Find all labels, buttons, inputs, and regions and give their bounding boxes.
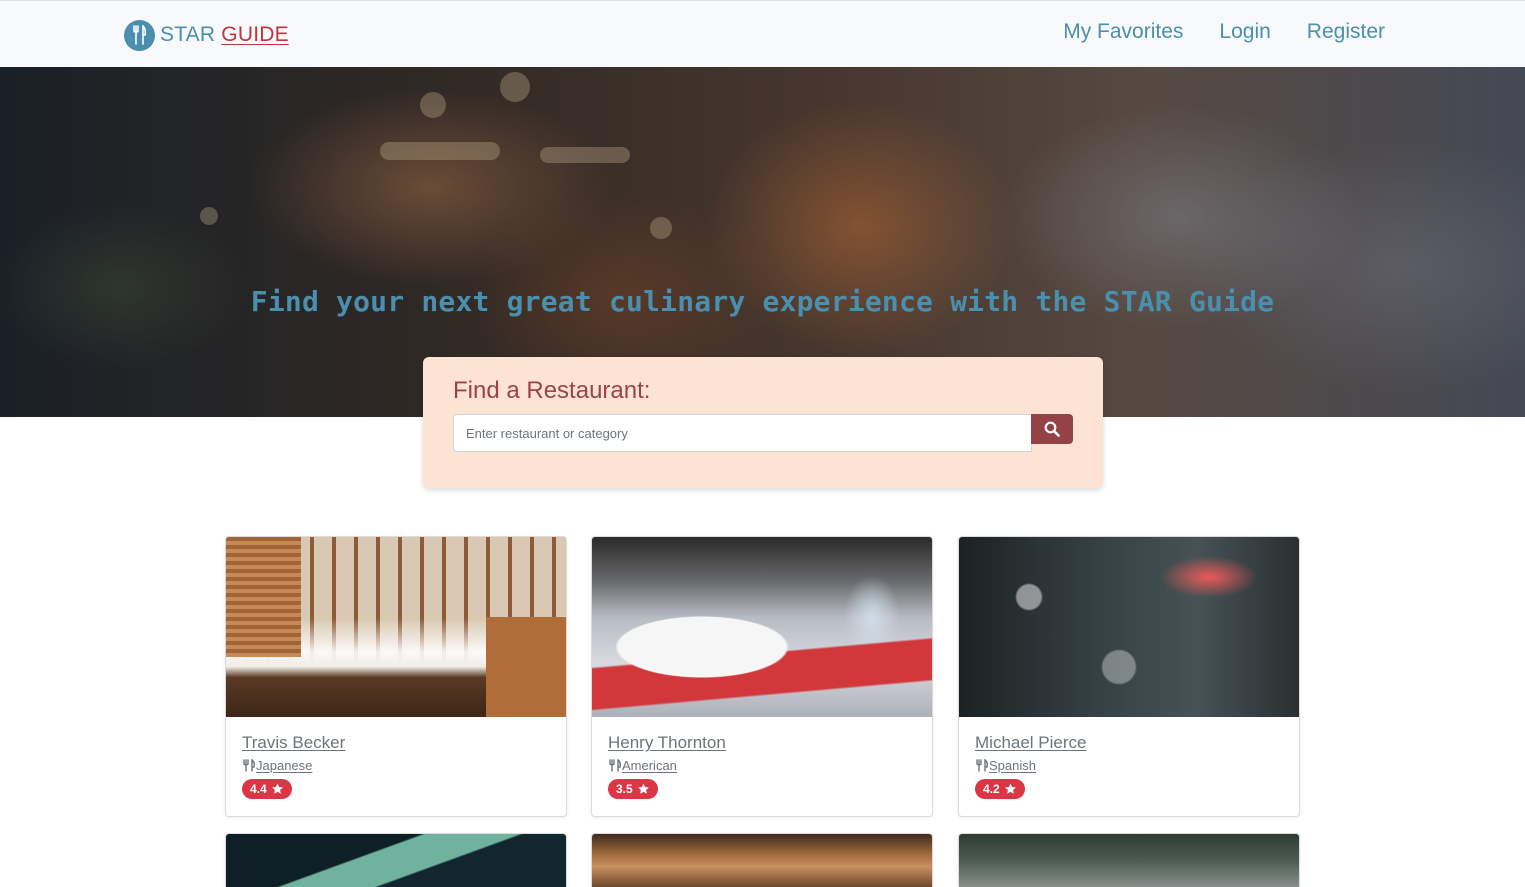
restaurant-photo	[959, 537, 1299, 717]
restaurant-category: American	[608, 758, 677, 773]
search-button[interactable]	[1031, 414, 1073, 444]
nav-links: My Favorites Login Register	[1027, 20, 1385, 44]
utensils-icon	[976, 759, 988, 772]
utensils-circle-icon	[124, 19, 155, 51]
restaurant-photo	[959, 834, 1299, 887]
restaurant-name-link[interactable]: Travis Becker	[242, 733, 345, 753]
nav-register[interactable]: Register	[1307, 20, 1385, 44]
restaurant-photo	[592, 834, 932, 887]
search-panel: Find a Restaurant:	[423, 357, 1103, 488]
restaurant-card[interactable]	[591, 833, 933, 887]
hero-title: Find your next great culinary experience…	[250, 285, 1275, 318]
nav-login[interactable]: Login	[1219, 20, 1270, 44]
restaurant-name-link[interactable]: Henry Thornton	[608, 733, 726, 753]
rating-value: 3.5	[616, 782, 633, 796]
restaurant-card[interactable]: Travis Becker Japanese 4.4	[225, 536, 567, 817]
restaurant-category-link[interactable]: Spanish	[989, 758, 1036, 773]
restaurant-photo	[226, 834, 566, 887]
brand-name-star: STAR	[160, 23, 216, 46]
search-input[interactable]	[453, 414, 1032, 452]
rating-value: 4.4	[250, 782, 267, 796]
brand-name-guide: GUIDE	[221, 23, 289, 46]
restaurant-photo	[226, 537, 566, 717]
brand-logo-link[interactable]: STAR GUIDE	[124, 19, 289, 51]
restaurant-card[interactable]: Henry Thornton American 3.5	[591, 536, 933, 817]
star-icon	[1004, 783, 1016, 794]
rating-badge: 4.4	[242, 779, 292, 799]
utensils-icon	[243, 759, 255, 772]
restaurant-photo	[592, 537, 932, 717]
restaurant-category-link[interactable]: American	[622, 758, 677, 773]
restaurant-card[interactable]	[225, 833, 567, 887]
star-icon	[637, 783, 649, 794]
utensils-icon	[609, 759, 621, 772]
restaurant-category: Spanish	[975, 758, 1036, 773]
rating-badge: 3.5	[608, 779, 658, 799]
star-icon	[271, 783, 283, 794]
restaurant-category: Japanese	[242, 758, 312, 773]
search-icon	[1044, 421, 1060, 437]
rating-value: 4.2	[983, 782, 1000, 796]
search-heading: Find a Restaurant:	[453, 377, 651, 404]
restaurant-card[interactable]: Michael Pierce Spanish 4.2	[958, 536, 1300, 817]
navbar: STAR GUIDE My Favorites Login Register	[0, 0, 1525, 67]
nav-my-favorites[interactable]: My Favorites	[1063, 20, 1183, 44]
restaurant-name-link[interactable]: Michael Pierce	[975, 733, 1087, 753]
brand-name: STAR GUIDE	[160, 23, 289, 47]
restaurant-category-link[interactable]: Japanese	[256, 758, 312, 773]
restaurant-card[interactable]	[958, 833, 1300, 887]
rating-badge: 4.2	[975, 779, 1025, 799]
